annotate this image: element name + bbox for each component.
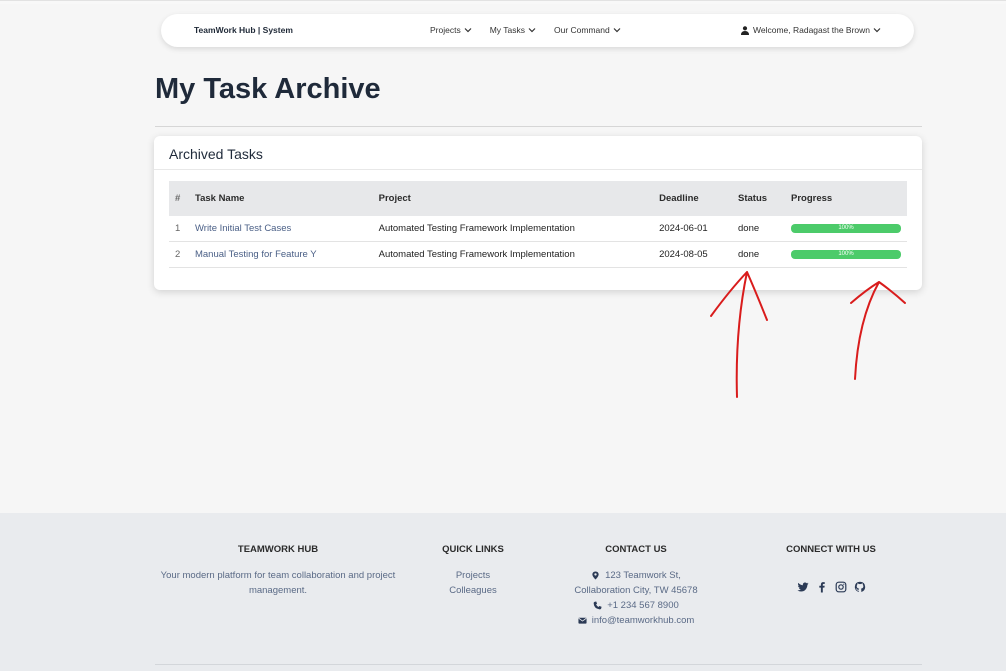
github-icon[interactable] [854, 581, 866, 593]
deadline-value: 2024-08-05 [653, 241, 732, 268]
nav-menu: Projects My Tasks Our Command [430, 25, 639, 35]
top-navbar: TeamWork Hub | System Projects My Tasks … [161, 14, 914, 47]
user-icon [740, 25, 749, 35]
footer-about-text: Your modern platform for team collaborat… [160, 570, 396, 596]
phone-icon [593, 601, 602, 610]
nav-our-command-label: Our Command [554, 25, 610, 35]
column-header-progress: Progress [791, 193, 833, 204]
column-header-project: Project [378, 193, 411, 204]
status-value: done [732, 241, 785, 268]
footer-link-colleagues[interactable]: Colleagues [428, 583, 518, 598]
chevron-down-icon [528, 28, 536, 33]
contact-phone: +1 234 567 8900 [556, 598, 716, 613]
user-welcome-label: Welcome, Radagast the Brown [752, 25, 870, 35]
column-header-task-name: Task Name [194, 193, 245, 204]
annotation-arrow-progress [850, 281, 906, 380]
progress-fill: 100% [791, 249, 901, 259]
site-footer: TEAMWORK HUB Your modern platform for te… [0, 513, 1006, 671]
envelope-icon [578, 617, 587, 624]
footer-divider [155, 664, 922, 665]
map-marker-icon [592, 571, 599, 580]
table-row: 1 Write Initial Test Cases Automated Tes… [169, 216, 907, 242]
progress-bar: 100% [791, 249, 901, 259]
footer-about: TEAMWORK HUB Your modern platform for te… [160, 544, 396, 598]
page-title: My Task Archive [155, 73, 381, 105]
footer-contact-heading: CONTACT US [605, 544, 667, 555]
page-top-edge [0, 0, 1006, 4]
contact-email[interactable]: info@teamworkhub.com [556, 613, 716, 628]
facebook-icon[interactable] [816, 581, 828, 593]
footer-quick-links: QUICK LINKS Projects Colleagues [428, 544, 518, 598]
card-title: Archived Tasks [169, 146, 263, 162]
instagram-icon[interactable] [835, 581, 847, 593]
nav-my-tasks-dropdown[interactable]: My Tasks [490, 25, 536, 35]
contact-address-line2: Collaboration City, TW 45678 [574, 585, 698, 596]
footer-contact: CONTACT US 123 Teamwork St, Collaboratio… [556, 544, 716, 628]
deadline-value: 2024-06-01 [653, 216, 732, 242]
user-menu-dropdown[interactable]: Welcome, Radagast the Brown [740, 25, 881, 35]
chevron-down-icon [873, 28, 881, 33]
footer-social-heading: CONNECT WITH US [786, 544, 876, 555]
nav-projects-label: Projects [430, 25, 461, 35]
nav-projects-dropdown[interactable]: Projects [430, 25, 472, 35]
annotation-arrow-status [710, 271, 768, 398]
chevron-down-icon [464, 28, 472, 33]
column-header-deadline: Deadline [659, 193, 699, 204]
progress-fill: 100% [791, 224, 901, 233]
column-header-status: Status [738, 193, 768, 204]
status-value: done [732, 216, 785, 242]
project-name: Automated Testing Framework Implementati… [372, 241, 654, 268]
footer-links-heading: QUICK LINKS [442, 544, 504, 555]
card-header: Archived Tasks [154, 136, 922, 170]
column-header-number: # [175, 193, 181, 204]
archived-tasks-table: # Task Name Project Deadline Status Prog… [169, 181, 907, 268]
table-header-row: # Task Name Project Deadline Status Prog… [169, 181, 907, 216]
row-number: 2 [169, 241, 189, 268]
footer-about-heading: TEAMWORK HUB [237, 544, 319, 555]
archived-tasks-card: Archived Tasks # Task Name Project Deadl… [154, 136, 922, 290]
brand-logo-text[interactable]: TeamWork Hub | System [194, 25, 293, 35]
nav-our-command-dropdown[interactable]: Our Command [554, 25, 621, 35]
contact-address-line1: 123 Teamwork St, [556, 568, 716, 583]
nav-my-tasks-label: My Tasks [489, 25, 525, 35]
footer-social: CONNECT WITH US [766, 544, 896, 593]
chevron-down-icon [613, 28, 621, 33]
table-row: 2 Manual Testing for Feature Y Automated… [169, 241, 907, 268]
project-name: Automated Testing Framework Implementati… [372, 216, 654, 242]
progress-bar: 100% [791, 224, 901, 233]
task-name-link[interactable]: Manual Testing for Feature Y [195, 249, 317, 260]
footer-link-projects[interactable]: Projects [428, 568, 518, 583]
title-divider [155, 126, 922, 127]
row-number: 1 [169, 216, 189, 242]
task-name-link[interactable]: Write Initial Test Cases [195, 223, 291, 234]
social-icons [766, 581, 896, 593]
twitter-icon[interactable] [796, 581, 809, 593]
